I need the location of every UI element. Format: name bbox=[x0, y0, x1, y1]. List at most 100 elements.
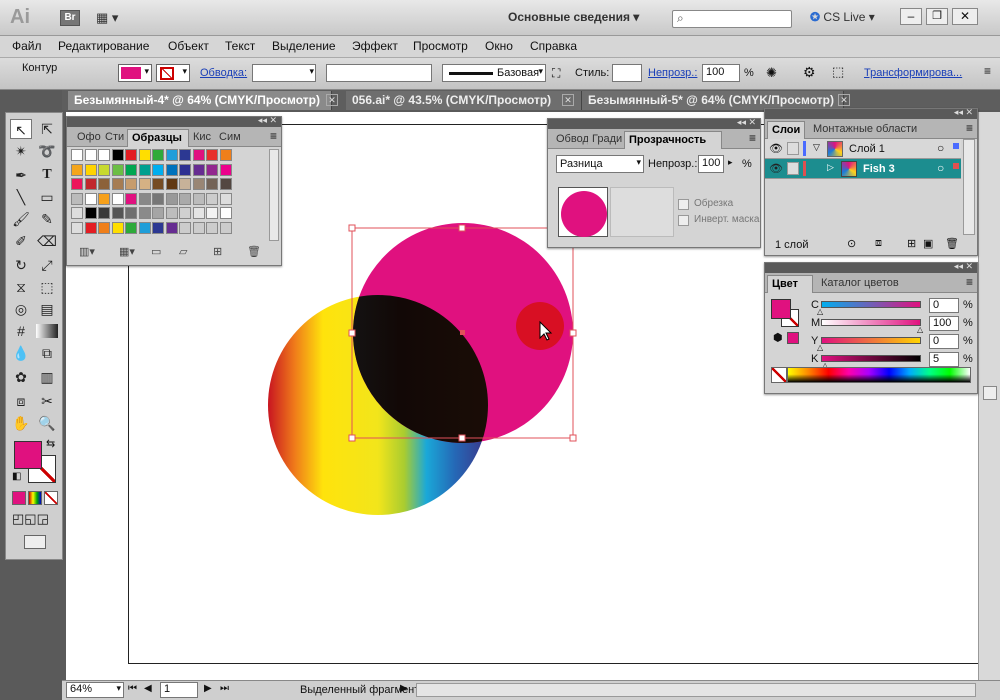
sublayer-row[interactable]: 👁 ▷ Fish 3 ○ bbox=[765, 159, 961, 179]
selection-tool-icon[interactable]: ↖ bbox=[10, 119, 32, 139]
swatch-item[interactable] bbox=[125, 163, 137, 176]
shape-builder-tool-icon[interactable]: ◎ bbox=[10, 299, 32, 319]
swatch-item[interactable] bbox=[98, 178, 110, 190]
blob-brush-tool-icon[interactable]: ✐ bbox=[10, 231, 32, 251]
magic-wand-tool-icon[interactable]: ✴ bbox=[10, 141, 32, 161]
swatch-item[interactable] bbox=[152, 192, 164, 205]
panel-menu-icon[interactable]: ≡ bbox=[270, 129, 277, 143]
opacity-dropdown-icon[interactable]: ▸ bbox=[728, 157, 733, 168]
swatch-item[interactable] bbox=[71, 192, 83, 205]
collapse-icon[interactable]: ◂◂ ✕ bbox=[954, 261, 973, 272]
swatch-item[interactable] bbox=[179, 163, 191, 176]
swatch-item[interactable] bbox=[165, 221, 178, 234]
swatch-item[interactable] bbox=[125, 149, 137, 161]
lock-toggle[interactable] bbox=[787, 142, 799, 155]
gradient-tool-icon[interactable] bbox=[36, 324, 58, 338]
slice-tool-icon[interactable]: ✂ bbox=[36, 391, 58, 411]
delete-swatch-icon[interactable]: 🗑 bbox=[247, 245, 261, 258]
swatch-item[interactable] bbox=[111, 149, 124, 161]
horizontal-scrollbar[interactable] bbox=[416, 683, 976, 697]
swatch-item[interactable] bbox=[71, 178, 83, 190]
channel-slider[interactable] bbox=[821, 301, 921, 308]
slider-thumb-icon[interactable]: △ bbox=[817, 343, 823, 352]
swatch-item[interactable] bbox=[138, 149, 151, 161]
swatch-item[interactable] bbox=[71, 163, 83, 176]
gradient-mode-button[interactable] bbox=[28, 491, 42, 505]
status-menu-icon[interactable]: ▶ bbox=[400, 683, 408, 694]
blend-tool-icon[interactable]: ⧉ bbox=[36, 343, 58, 363]
swatch-options-icon[interactable]: ▭ bbox=[151, 245, 161, 258]
mask-slot[interactable] bbox=[610, 187, 674, 237]
swatch-item[interactable] bbox=[138, 163, 151, 176]
library-menu-icon[interactable]: ▥▾ bbox=[79, 245, 95, 258]
swatch-item[interactable] bbox=[219, 163, 232, 176]
swatch-item[interactable] bbox=[165, 163, 178, 176]
swatch-item[interactable] bbox=[206, 163, 218, 176]
direct-selection-tool-icon[interactable]: ⇱ bbox=[36, 119, 58, 139]
make-clipping-mask-icon[interactable]: ⧈ bbox=[875, 237, 882, 250]
swatch-item[interactable] bbox=[219, 221, 232, 234]
tab-appearance[interactable]: Офо bbox=[73, 129, 101, 147]
drawing-mode-icon[interactable]: ◰◱◲ bbox=[12, 511, 49, 527]
channel-slider[interactable] bbox=[821, 337, 921, 344]
swatch-item[interactable] bbox=[111, 207, 124, 219]
fill-swatch[interactable] bbox=[14, 441, 42, 469]
color-mode-button[interactable] bbox=[12, 491, 26, 505]
swatch-item[interactable] bbox=[165, 207, 178, 219]
panel-menu-icon[interactable]: ≡ bbox=[966, 275, 973, 289]
default-colors-icon[interactable]: ◧ bbox=[12, 471, 21, 482]
layers-scrollbar[interactable] bbox=[963, 139, 975, 235]
swatch-item[interactable] bbox=[206, 178, 218, 190]
swatch-item[interactable] bbox=[219, 192, 232, 205]
swatch-item[interactable] bbox=[125, 207, 137, 219]
swatch-item[interactable] bbox=[98, 192, 110, 205]
swatch-item[interactable] bbox=[219, 149, 232, 161]
swatch-item[interactable] bbox=[206, 149, 218, 161]
slider-thumb-icon[interactable]: △ bbox=[917, 325, 923, 334]
swatch-item[interactable] bbox=[165, 192, 178, 205]
swatch-item[interactable] bbox=[179, 178, 191, 190]
swatch-scrollbar[interactable] bbox=[269, 149, 279, 241]
swatch-item[interactable] bbox=[192, 149, 205, 161]
new-sublayer-icon[interactable]: ⊞ bbox=[907, 237, 916, 250]
swatch-item[interactable] bbox=[179, 221, 191, 234]
swatch-item[interactable] bbox=[138, 192, 151, 205]
pencil-tool-icon[interactable]: ✎ bbox=[36, 209, 58, 229]
layer-row[interactable]: 👁 ▽ Слой 1 ○ bbox=[765, 139, 961, 159]
lock-toggle[interactable] bbox=[787, 162, 799, 175]
tab-gradient[interactable]: Гради bbox=[588, 131, 624, 149]
previous-artboard-icon[interactable]: ◀ bbox=[144, 683, 152, 694]
none-mode-button[interactable] bbox=[44, 491, 58, 505]
visibility-eye-icon[interactable]: 👁 bbox=[769, 162, 783, 175]
swap-fill-stroke-icon[interactable]: ⇆ bbox=[46, 437, 55, 450]
swatch-item[interactable] bbox=[192, 178, 205, 190]
swatch-item[interactable] bbox=[84, 192, 97, 205]
swatch-item[interactable] bbox=[219, 207, 232, 219]
screen-mode-button[interactable] bbox=[24, 535, 46, 549]
tab-graphic-styles[interactable]: Сти bbox=[101, 129, 127, 147]
lasso-tool-icon[interactable]: ➰ bbox=[36, 141, 58, 161]
locate-object-icon[interactable]: ⊙ bbox=[847, 237, 856, 250]
new-layer-icon[interactable]: ▣ bbox=[923, 237, 933, 250]
symbol-sprayer-tool-icon[interactable]: ✿ bbox=[10, 367, 32, 387]
swatch-item[interactable] bbox=[84, 207, 97, 219]
swatch-item[interactable] bbox=[192, 163, 205, 176]
channel-slider[interactable] bbox=[821, 355, 921, 362]
new-swatch-icon[interactable]: ⊞ bbox=[213, 245, 222, 258]
slider-thumb-icon[interactable]: △ bbox=[817, 307, 823, 316]
swatch-item[interactable] bbox=[206, 221, 218, 234]
swatch-item[interactable] bbox=[125, 192, 137, 205]
swatch-item[interactable] bbox=[138, 221, 151, 234]
eraser-tool-icon[interactable]: ⌫ bbox=[36, 231, 58, 251]
tab-transparency[interactable]: Прозрачность bbox=[624, 131, 722, 149]
eyedropper-tool-icon[interactable]: 💧 bbox=[10, 343, 32, 363]
swatch-item[interactable] bbox=[71, 149, 83, 161]
tab-artboards[interactable]: Монтажные области bbox=[809, 121, 929, 139]
swatch-item[interactable] bbox=[125, 221, 137, 234]
swatch-item[interactable] bbox=[84, 178, 97, 190]
swatch-item[interactable] bbox=[179, 192, 191, 205]
swatch-item[interactable] bbox=[111, 163, 124, 176]
scale-tool-icon[interactable]: ⤢ bbox=[36, 255, 58, 275]
artboard-number-field[interactable]: 1 bbox=[160, 682, 198, 698]
color-fill-swatch[interactable] bbox=[771, 299, 791, 319]
